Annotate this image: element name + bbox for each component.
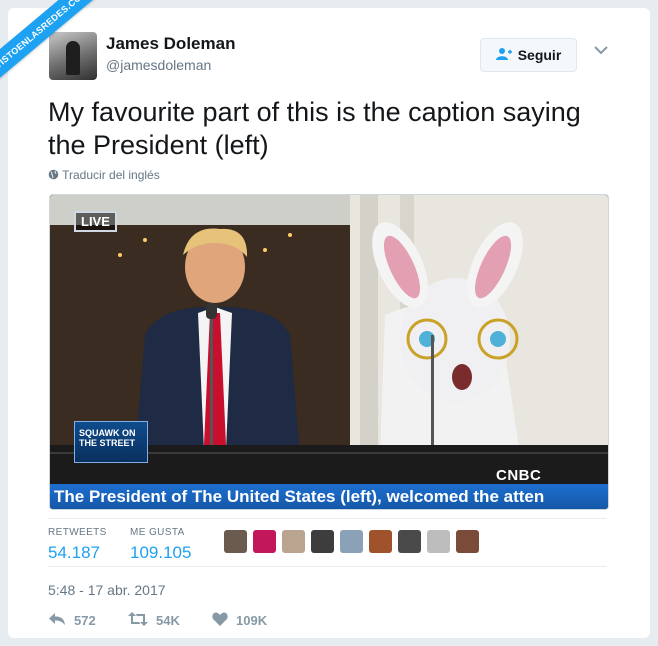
- likes-stat[interactable]: ME GUSTA 109.105: [130, 527, 191, 563]
- liker-avatars: [224, 530, 479, 553]
- reply-icon: [48, 612, 66, 629]
- show-logo: SQUAWK ON THE STREET: [74, 421, 148, 463]
- chevron-down-icon[interactable]: [594, 42, 608, 60]
- heart-icon: [212, 612, 228, 629]
- likes-label: ME GUSTA: [130, 527, 185, 538]
- reply-button[interactable]: 572: [48, 612, 128, 629]
- translate-link[interactable]: Traducir del inglés: [48, 168, 160, 182]
- media-caption: The President of The United States (left…: [50, 484, 608, 509]
- liker-avatar[interactable]: [398, 530, 421, 553]
- retweets-stat[interactable]: RETWEETS 54.187: [48, 527, 107, 563]
- retweet-button[interactable]: 54K: [128, 612, 212, 629]
- tweet-media[interactable]: LIVE SQUAWK ON THE STREET CNBC The Presi…: [49, 194, 609, 510]
- divider-bottom: [48, 566, 606, 567]
- network-logo: CNBC: [496, 467, 542, 484]
- translate-label: Traducir del inglés: [62, 168, 160, 182]
- like-count: 109K: [236, 613, 268, 628]
- follow-button[interactable]: Seguir: [480, 38, 577, 72]
- retweet-icon: [128, 612, 148, 629]
- follow-label: Seguir: [517, 47, 562, 63]
- tweet-text: My favourite part of this is the caption…: [48, 97, 581, 160]
- follow-user-icon: [495, 47, 512, 64]
- author-name[interactable]: James Doleman: [106, 34, 235, 54]
- liker-avatar[interactable]: [427, 530, 450, 553]
- liker-avatar[interactable]: [369, 530, 392, 553]
- likes-count: 109.105: [130, 543, 192, 562]
- reply-count: 572: [74, 613, 96, 628]
- author-handle[interactable]: @jamesdoleman: [106, 57, 211, 73]
- tweet-actions: 572 54K 109K: [48, 612, 267, 629]
- liker-avatar[interactable]: [311, 530, 334, 553]
- tweet-card: James Doleman @jamesdoleman Seguir My fa…: [8, 8, 650, 638]
- retweets-count: 54.187: [48, 543, 100, 562]
- like-button[interactable]: 109K: [212, 612, 267, 629]
- liker-avatar[interactable]: [224, 530, 247, 553]
- liker-avatar[interactable]: [282, 530, 305, 553]
- liker-avatar[interactable]: [340, 530, 363, 553]
- retweets-label: RETWEETS: [48, 527, 107, 538]
- retweet-count: 54K: [156, 613, 180, 628]
- liker-avatar[interactable]: [456, 530, 479, 553]
- divider-top: [48, 518, 606, 519]
- avatar[interactable]: [49, 32, 97, 80]
- avatar-figure: [66, 41, 80, 75]
- globe-icon: [48, 168, 62, 182]
- tweet-timestamp[interactable]: 5:48 - 17 abr. 2017: [48, 582, 166, 598]
- liker-avatar[interactable]: [253, 530, 276, 553]
- live-badge: LIVE: [74, 211, 117, 232]
